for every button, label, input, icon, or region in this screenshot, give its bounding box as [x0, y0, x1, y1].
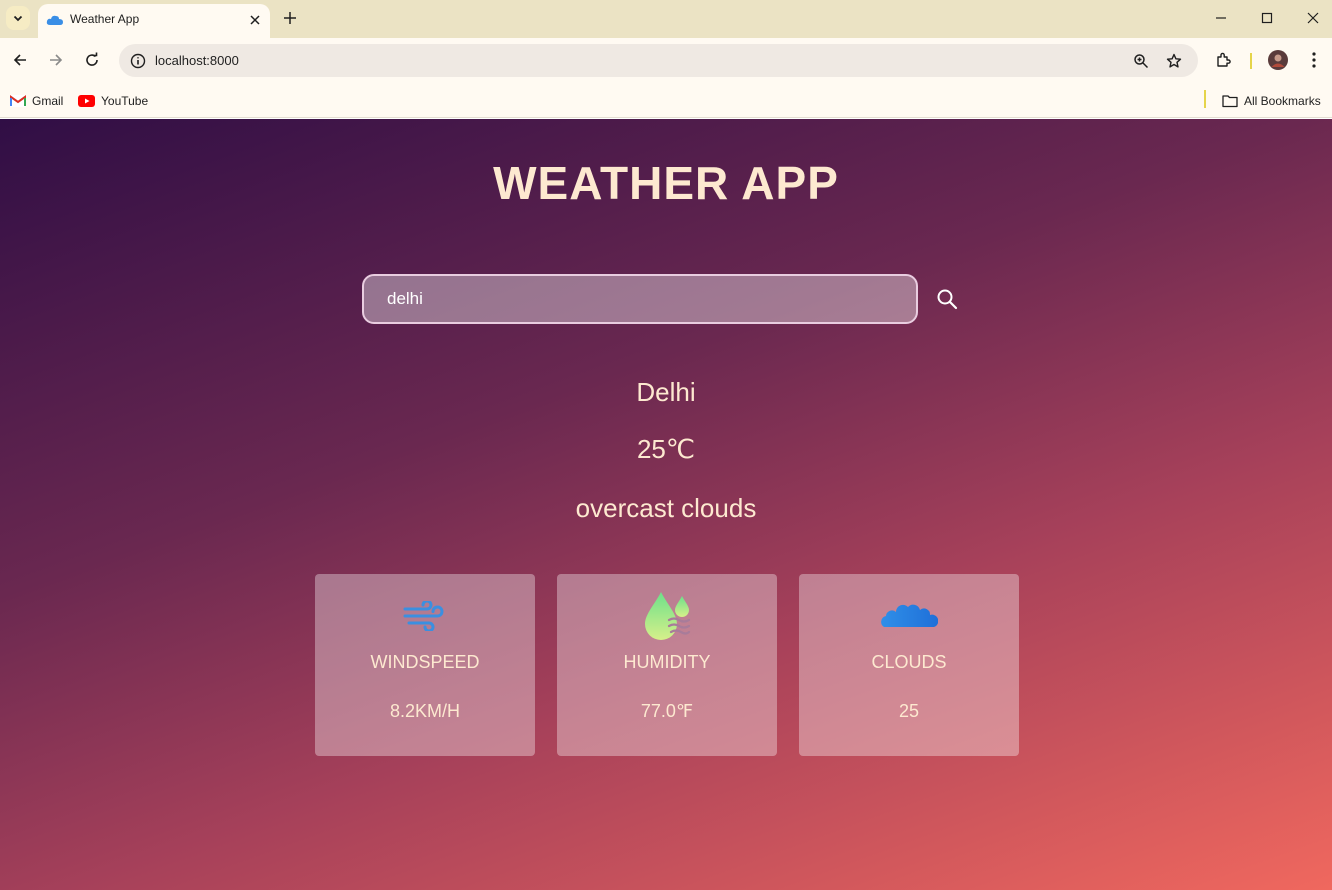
weather-app-page: WEATHER APP Delhi 25℃ overcast clouds WI… [0, 119, 1332, 890]
cloud-favicon-icon [46, 13, 64, 32]
forward-arrow-icon[interactable] [44, 48, 68, 72]
back-arrow-icon[interactable] [8, 48, 32, 72]
bookmarks-divider [1204, 90, 1206, 108]
search-button[interactable] [934, 286, 960, 312]
reload-icon[interactable] [80, 48, 104, 72]
tab-search-button[interactable] [6, 6, 30, 30]
extensions-puzzle-icon[interactable] [1212, 48, 1236, 72]
app-title: WEATHER APP [493, 157, 839, 209]
gmail-icon [10, 95, 26, 107]
bookmark-label: Gmail [32, 94, 64, 108]
browser-tab-strip: Weather App [0, 0, 1332, 38]
zoom-icon[interactable] [1130, 50, 1152, 72]
maximize-window-icon[interactable] [1254, 6, 1280, 30]
bookmark-label: YouTube [101, 94, 149, 108]
toolbar-divider [1250, 53, 1252, 69]
search-icon [937, 289, 958, 310]
all-bookmarks-label: All Bookmarks [1244, 94, 1321, 108]
humidity-card: HUMIDITY 77.0℉ [557, 574, 777, 756]
card-label: WINDSPEED [370, 652, 480, 672]
browser-tab[interactable]: Weather App [38, 4, 270, 38]
clouds-icon [881, 604, 938, 627]
bookmark-youtube[interactable]: YouTube [78, 90, 148, 112]
close-tab-icon[interactable] [246, 11, 264, 29]
youtube-icon [78, 95, 95, 107]
browser-menu-icon[interactable] [1302, 48, 1326, 72]
close-window-icon[interactable] [1300, 6, 1326, 30]
card-value: 77.0℉ [640, 701, 694, 721]
all-bookmarks-button[interactable]: All Bookmarks [1222, 90, 1321, 112]
card-label: CLOUDS [871, 652, 947, 672]
card-value: 25 [898, 701, 920, 721]
site-info-icon[interactable] [127, 50, 149, 72]
card-label: HUMIDITY [623, 652, 711, 672]
profile-avatar[interactable] [1266, 48, 1290, 72]
bookmark-gmail[interactable]: Gmail [10, 90, 63, 112]
new-tab-plus-icon[interactable] [280, 8, 300, 28]
chevron-down-icon [13, 15, 23, 22]
clouds-card: CLOUDS 25 [799, 574, 1019, 756]
wind-icon [403, 601, 444, 631]
temperature-value: 25℃ [636, 434, 696, 464]
folder-icon [1222, 95, 1238, 108]
tab-title: Weather App [70, 12, 140, 26]
bookmark-star-icon[interactable] [1163, 50, 1185, 72]
city-search-input[interactable] [362, 274, 918, 324]
weather-description: overcast clouds [575, 493, 757, 523]
browser-toolbar: localhost:8000 [0, 38, 1332, 84]
humidity-drop-icon [645, 592, 691, 640]
card-value: 8.2KM/H [389, 701, 461, 721]
city-name: Delhi [636, 377, 696, 407]
windspeed-card: WINDSPEED 8.2KM/H [315, 574, 535, 756]
url-text[interactable]: localhost:8000 [155, 53, 239, 68]
minimize-window-icon[interactable] [1208, 6, 1234, 30]
bookmarks-bar: Gmail YouTube All Bookmarks [0, 84, 1332, 118]
address-bar[interactable]: localhost:8000 [119, 44, 1198, 77]
